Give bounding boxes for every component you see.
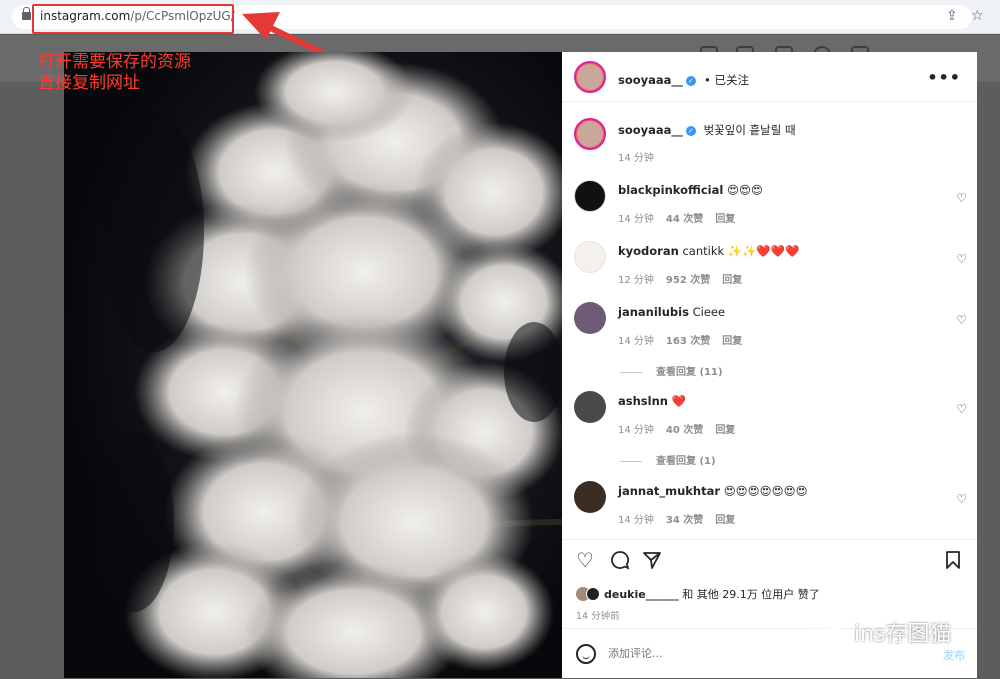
send-icon[interactable] (642, 550, 662, 573)
heart-icon[interactable]: ♡ (956, 191, 967, 205)
annotation-text: 打开需要保存的资源 直接复制网址 (38, 52, 191, 94)
reply-button[interactable]: 回复 (722, 336, 742, 347)
comment-username[interactable]: jannat_mukhtar (618, 484, 720, 498)
author-info: sooyaaa__ ✓ • 已关注 (618, 69, 749, 88)
heart-icon[interactable]: ♡ (956, 313, 967, 327)
view-replies-button[interactable]: 查看回复 (11) (620, 363, 723, 378)
reply-button[interactable]: 回复 (715, 425, 735, 436)
comment-time: 14 分钟 (618, 214, 654, 225)
cherry-blossom-photo (64, 52, 562, 678)
reply-button[interactable]: 回复 (722, 275, 742, 286)
comment-icon[interactable] (610, 550, 630, 573)
more-icon[interactable]: ••• (927, 68, 961, 87)
author-username[interactable]: sooyaaa__ (618, 73, 683, 87)
liked-by-username[interactable]: deukie______ (604, 588, 679, 601)
comment-username[interactable]: ashslnn (618, 394, 668, 408)
commenter-avatar[interactable] (574, 391, 606, 423)
reply-button[interactable]: 回复 (715, 214, 735, 225)
post-actions: ♡ deukie______ 和 其他 29.1万 位用户 赞了 14 分钟前 … (562, 539, 977, 679)
liked-by-rest: 和 其他 29.1万 位用户 赞了 (678, 588, 820, 601)
heart-icon[interactable]: ♡ (576, 550, 594, 570)
comment-time: 14 分钟 (618, 515, 654, 526)
view-replies-button[interactable]: 查看回复 (1) (620, 452, 716, 467)
post-header: sooyaaa__ ✓ • 已关注 ••• (562, 52, 977, 102)
comment-likes[interactable]: 163 次赞 (666, 336, 710, 347)
emoji-icon[interactable] (576, 644, 596, 664)
star-icon[interactable]: ☆ (971, 9, 984, 23)
watermark: ins存图猫 (812, 616, 952, 648)
comment-text: 😍😍😍😍😍😍😍 (723, 484, 808, 498)
comment-likes[interactable]: 40 次赞 (666, 425, 703, 436)
commenter-avatar[interactable] (574, 180, 606, 212)
comment-username[interactable]: jananilubis (618, 305, 689, 319)
comment-text: cantikk ✨✨❤️❤️❤️ (682, 244, 800, 258)
verified-icon: ✓ (685, 126, 696, 136)
caption-username[interactable]: sooyaaa__ (618, 123, 683, 137)
heart-icon[interactable]: ♡ (956, 402, 967, 416)
url-highlight-box (32, 4, 234, 34)
post-image[interactable] (64, 52, 562, 678)
post-detail-panel: sooyaaa__ ✓ • 已关注 ••• sooyaaa__ ✓ 벚꽃잎이 흩날릴… (562, 52, 977, 678)
heart-icon[interactable]: ♡ (956, 252, 967, 266)
follow-status[interactable]: • 已关注 (704, 73, 749, 87)
share-icon[interactable]: ⇪ (946, 9, 958, 23)
annotation-line-1: 打开需要保存的资源 (38, 52, 191, 72)
heart-icon[interactable]: ♡ (956, 492, 967, 506)
comment-username[interactable]: kyodoran (618, 244, 679, 258)
wechat-icon (813, 620, 846, 643)
liker-avatar (586, 587, 600, 601)
annotation-line-2: 直接复制网址 (38, 73, 140, 93)
comment-text: Cieee (692, 305, 726, 319)
likes-summary[interactable]: deukie______ 和 其他 29.1万 位用户 赞了 (576, 586, 820, 602)
verified-icon: ✓ (685, 76, 696, 86)
caption-time: 14 分钟 (618, 153, 654, 164)
comment-username[interactable]: blackpinkofficial (618, 183, 723, 197)
comment-likes[interactable]: 44 次赞 (666, 214, 703, 225)
comment-text: ❤️ (671, 394, 686, 408)
commenter-avatar[interactable] (574, 241, 606, 273)
bookmark-icon[interactable] (945, 550, 961, 573)
comment-time: 14 分钟 (618, 425, 654, 436)
author-avatar[interactable] (574, 61, 606, 93)
comment-time: 14 分钟 (618, 336, 654, 347)
comment-likes[interactable]: 952 次赞 (666, 275, 710, 286)
caption-text: 벚꽃잎이 흩날릴 때 (703, 123, 796, 137)
caption-avatar[interactable] (574, 118, 606, 150)
comment-time: 12 分钟 (618, 275, 654, 286)
posted-time: 14 分钟前 (576, 611, 620, 622)
post-comment-button[interactable]: 发布 (943, 647, 965, 663)
reply-button[interactable]: 回复 (715, 515, 735, 526)
comment-input[interactable] (608, 647, 908, 660)
commenter-avatar[interactable] (574, 302, 606, 334)
comment-text: 😍😍😍 (726, 183, 763, 197)
commenter-avatar[interactable] (574, 481, 606, 513)
comment-likes[interactable]: 34 次赞 (666, 515, 703, 526)
lock-icon (22, 7, 31, 20)
